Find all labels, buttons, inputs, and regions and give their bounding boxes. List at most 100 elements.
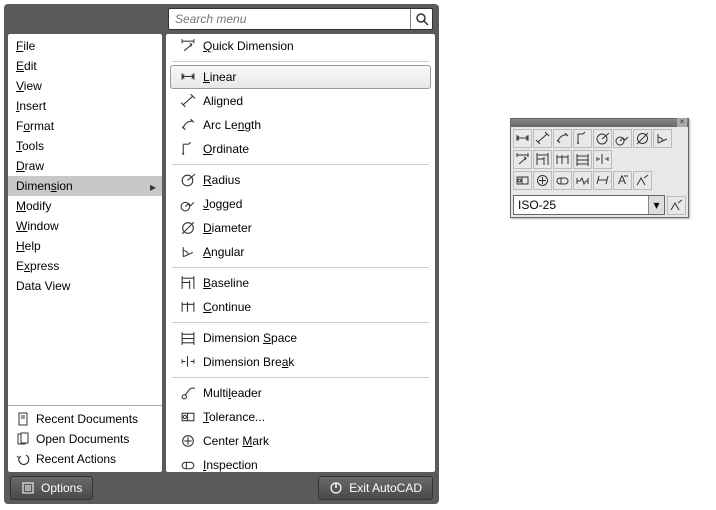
document-icon (16, 412, 30, 426)
submenu-item-jogged[interactable]: Jogged (166, 192, 435, 216)
aligned-icon (535, 131, 550, 146)
menu-item-file[interactable]: File (8, 36, 162, 56)
continue-icon (179, 298, 197, 316)
toolbar-diameter-button[interactable] (633, 129, 652, 148)
dimstyle-button[interactable] (667, 196, 686, 215)
toolbar-dimbreak-button[interactable] (593, 150, 612, 169)
toolbar-close-button[interactable]: × (677, 118, 687, 127)
submenu-item-continue[interactable]: Continue (166, 295, 435, 319)
submenu-item-radius[interactable]: Radius (166, 168, 435, 192)
recent-documents-label: Recent Documents (36, 412, 138, 426)
options-button[interactable]: Options (10, 476, 93, 500)
mleader-icon (179, 384, 197, 402)
separator (172, 377, 429, 378)
menu-item-edit[interactable]: Edit (8, 56, 162, 76)
dimstyle-select[interactable]: ISO-25 ▾ (513, 195, 665, 215)
submenu-item-ordinate[interactable]: Ordinate (166, 137, 435, 161)
submenu-item-inspection[interactable]: Inspection (166, 453, 435, 472)
submenu-item-angular[interactable]: Angular (166, 240, 435, 264)
toolbar-rows (511, 127, 688, 194)
toolbar-dimspace-button[interactable] (573, 150, 592, 169)
ordinate-icon (179, 140, 197, 158)
toolbar-centermark-button[interactable] (533, 171, 552, 190)
submenu-column: Quick Dimension LinearAlignedArc LengthOr… (166, 34, 435, 472)
menu-item-tools[interactable]: Tools (8, 136, 162, 156)
diameter-icon (635, 131, 650, 146)
main-menu-column: FileEditViewInsertFormatToolsDrawDimensi… (8, 34, 162, 472)
dimspace-icon (575, 152, 590, 167)
menu-item-dimension[interactable]: Dimension▸ (8, 176, 162, 196)
continue-icon (555, 152, 570, 167)
centermark-icon (535, 173, 550, 188)
arclen-icon (179, 116, 197, 134)
submenu-item-dimension-break[interactable]: Dimension Break (166, 350, 435, 374)
toolbar-jogged-button[interactable] (613, 129, 632, 148)
submenu-item-quick-dimension[interactable]: Quick Dimension (166, 34, 435, 58)
recent-documents-link[interactable]: Recent Documents (8, 409, 162, 429)
bottom-links: Recent Documents Open Documents Recent A… (8, 405, 162, 472)
dimension-toolbar: × ISO-25 ▾ (510, 118, 689, 218)
recent-actions-label: Recent Actions (36, 452, 116, 466)
menu-item-express[interactable]: Express (8, 256, 162, 276)
recent-actions-link[interactable]: Recent Actions (8, 449, 162, 469)
separator (172, 267, 429, 268)
toolbar-ordinate-button[interactable] (573, 129, 592, 148)
toolbar-linear-button[interactable] (513, 129, 532, 148)
submenu-item-diameter[interactable]: Diameter (166, 216, 435, 240)
submenu-label: Dimension Space (203, 331, 297, 345)
menu-item-format[interactable]: Format (8, 116, 162, 136)
submenu-item-baseline[interactable]: Baseline (166, 271, 435, 295)
menu-item-window[interactable]: Window (8, 216, 162, 236)
submenu-label: Quick Dimension (203, 39, 294, 53)
angular-icon (179, 243, 197, 261)
toolbar-radius-button[interactable] (593, 129, 612, 148)
submenu-item-linear[interactable]: Linear (170, 65, 431, 89)
toolbar-joglinear-button[interactable] (573, 171, 592, 190)
open-documents-link[interactable]: Open Documents (8, 429, 162, 449)
menu-item-draw[interactable]: Draw (8, 156, 162, 176)
submenu-item-aligned[interactable]: Aligned (166, 89, 435, 113)
dimension-submenu: Quick Dimension LinearAlignedArc LengthOr… (166, 34, 435, 472)
search-button[interactable] (410, 9, 432, 29)
submenu-item-dimension-space[interactable]: Dimension Space (166, 326, 435, 350)
submenu-item-center-mark[interactable]: Center Mark (166, 429, 435, 453)
toolbar-continue-button[interactable] (553, 150, 572, 169)
toolbar-dimstyle-button[interactable] (633, 171, 652, 190)
undo-icon (16, 452, 30, 466)
menu-item-help[interactable]: Help (8, 236, 162, 256)
menu-item-insert[interactable]: Insert (8, 96, 162, 116)
search-row (8, 8, 435, 34)
angular-icon (655, 131, 670, 146)
separator (172, 61, 429, 62)
menu-item-modify[interactable]: Modify (8, 196, 162, 216)
toolbar-oblique-button[interactable] (593, 171, 612, 190)
toolbar-titlebar[interactable]: × (511, 119, 688, 127)
exit-button[interactable]: Exit AutoCAD (318, 476, 433, 500)
dimstyle-value: ISO-25 (518, 198, 556, 212)
toolbar-baseline-button[interactable] (533, 150, 552, 169)
footer-row: Options Exit AutoCAD (8, 472, 435, 500)
toolbar-inspection-button[interactable] (553, 171, 572, 190)
submenu-item-arc-length[interactable]: Arc Length (166, 113, 435, 137)
diameter-icon (179, 219, 197, 237)
jogged-icon (179, 195, 197, 213)
open-documents-label: Open Documents (36, 432, 129, 446)
dimspace-icon (179, 329, 197, 347)
aligntext-icon (615, 173, 630, 188)
toolbar-aligntext-button[interactable] (613, 171, 632, 190)
menu-item-data-view[interactable]: Data View (8, 276, 162, 296)
toolbar-tolerance-button[interactable] (513, 171, 532, 190)
oblique-icon (595, 173, 610, 188)
baseline-icon (535, 152, 550, 167)
toolbar-aligned-button[interactable] (533, 129, 552, 148)
dimbreak-icon (595, 152, 610, 167)
toolbar-arclen-button[interactable] (553, 129, 572, 148)
submenu-label: Baseline (203, 276, 249, 290)
search-input[interactable] (169, 10, 410, 28)
submenu-item-multileader[interactable]: Multileader (166, 381, 435, 405)
menu-item-view[interactable]: View (8, 76, 162, 96)
submenu-arrow-icon: ▸ (150, 180, 156, 194)
submenu-item-tolerance[interactable]: Tolerance... (166, 405, 435, 429)
toolbar-qdim-button[interactable] (513, 150, 532, 169)
toolbar-angular-button[interactable] (653, 129, 672, 148)
